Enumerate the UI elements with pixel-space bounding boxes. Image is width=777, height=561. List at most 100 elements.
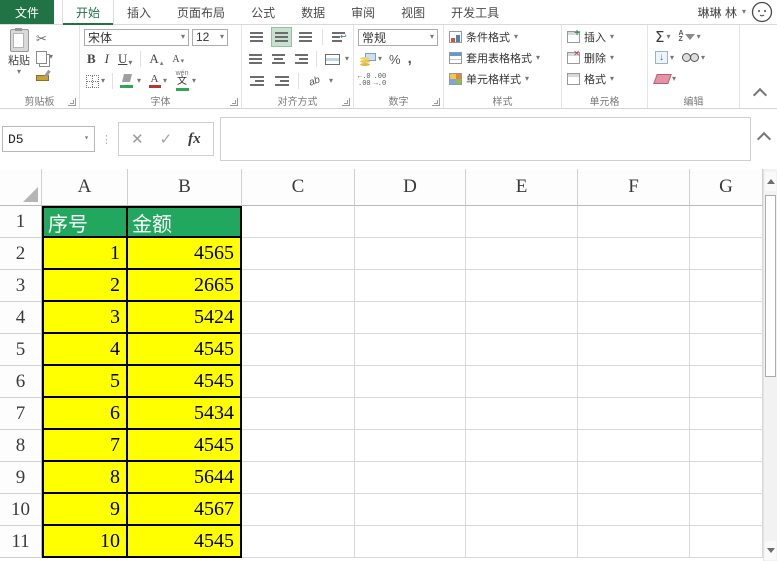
cell-d9[interactable]: [355, 462, 466, 494]
fill-button[interactable]: ↓ ▾: [653, 50, 676, 65]
format-painter-button[interactable]: [36, 68, 53, 84]
formula-bar-expand-icon[interactable]: [756, 131, 772, 147]
cell-b9[interactable]: 5644: [128, 462, 242, 494]
percent-format-button[interactable]: %: [387, 51, 403, 68]
row-header-1[interactable]: 1: [0, 206, 42, 238]
cell-a3[interactable]: 2: [42, 270, 128, 302]
row-header-6[interactable]: 6: [0, 366, 42, 398]
cell-g4[interactable]: [690, 302, 763, 334]
cell-e7[interactable]: [466, 398, 578, 430]
find-select-button[interactable]: ▾: [680, 52, 707, 63]
cell-e11[interactable]: [466, 526, 578, 558]
fill-color-button[interactable]: ▾: [118, 73, 143, 89]
cell-f11[interactable]: [578, 526, 690, 558]
cell-f1[interactable]: [578, 206, 690, 238]
sort-filter-button[interactable]: AZ ▾: [677, 30, 703, 44]
phonetic-guide-button[interactable]: wén 文 ▾: [172, 70, 198, 92]
cell-g10[interactable]: [690, 494, 763, 526]
cell-g9[interactable]: [690, 462, 763, 494]
cell-c5[interactable]: [242, 334, 355, 366]
copy-button[interactable]: ▾: [36, 49, 53, 65]
cell-styles-button[interactable]: 单元格样式 ▾: [446, 68, 559, 89]
tab-developer[interactable]: 开发工具: [438, 0, 512, 24]
font-color-button[interactable]: A ▾: [146, 73, 169, 89]
column-header-d[interactable]: D: [355, 169, 466, 206]
orientation-button[interactable]: ab: [304, 71, 326, 91]
formula-bar-grip-icon[interactable]: ⋮: [101, 133, 112, 146]
cell-a11[interactable]: 10: [42, 526, 128, 558]
decrease-font-button[interactable]: A ▾: [169, 53, 187, 66]
cell-b7[interactable]: 5434: [128, 398, 242, 430]
cell-b10[interactable]: 4567: [128, 494, 242, 526]
increase-indent-button[interactable]: [271, 71, 293, 91]
cell-a8[interactable]: 7: [42, 430, 128, 462]
cell-a1[interactable]: 序号: [42, 206, 128, 238]
column-header-a[interactable]: A: [42, 169, 128, 206]
align-bottom-button[interactable]: [295, 27, 317, 47]
cell-a6[interactable]: 5: [42, 366, 128, 398]
decrease-indent-button[interactable]: [246, 71, 268, 91]
clipboard-dialog-launcher-icon[interactable]: [68, 98, 76, 106]
cell-g7[interactable]: [690, 398, 763, 430]
vertical-scrollbar[interactable]: [763, 169, 777, 561]
number-dialog-launcher-icon[interactable]: [432, 98, 440, 106]
cell-d10[interactable]: [355, 494, 466, 526]
bold-button[interactable]: B: [84, 50, 99, 68]
cell-f8[interactable]: [578, 430, 690, 462]
cell-g5[interactable]: [690, 334, 763, 366]
format-cells-button[interactable]: 格式 ▾: [564, 68, 645, 89]
account-name[interactable]: 琳琳 林: [698, 4, 737, 21]
font-name-combo[interactable]: 宋体 ▾: [84, 28, 189, 46]
formula-input[interactable]: [219, 117, 751, 161]
cell-d1[interactable]: [355, 206, 466, 238]
cell-g6[interactable]: [690, 366, 763, 398]
conditional-formatting-button[interactable]: 条件格式 ▾: [446, 26, 559, 47]
cell-d8[interactable]: [355, 430, 466, 462]
cell-d6[interactable]: [355, 366, 466, 398]
row-header-7[interactable]: 7: [0, 398, 42, 430]
cell-f4[interactable]: [578, 302, 690, 334]
tab-data[interactable]: 数据: [288, 0, 338, 24]
cell-e2[interactable]: [466, 238, 578, 270]
column-header-f[interactable]: F: [578, 169, 690, 206]
borders-button[interactable]: ▾: [84, 74, 107, 89]
row-header-5[interactable]: 5: [0, 334, 42, 366]
cell-a4[interactable]: 3: [42, 302, 128, 334]
cell-c9[interactable]: [242, 462, 355, 494]
cell-c6[interactable]: [242, 366, 355, 398]
cell-a10[interactable]: 9: [42, 494, 128, 526]
align-right-button[interactable]: [292, 49, 312, 69]
cell-a2[interactable]: 1: [42, 238, 128, 270]
name-box[interactable]: D5 ▾: [2, 126, 95, 152]
cell-g1[interactable]: [690, 206, 763, 238]
cell-d2[interactable]: [355, 238, 466, 270]
align-left-button[interactable]: [246, 49, 266, 69]
font-dialog-launcher-icon[interactable]: [230, 98, 238, 106]
cell-c7[interactable]: [242, 398, 355, 430]
number-format-combo[interactable]: 常规 ▾: [358, 28, 438, 46]
italic-button[interactable]: I: [102, 50, 112, 68]
underline-button[interactable]: U ▾: [115, 50, 135, 68]
align-center-button[interactable]: [269, 49, 289, 69]
cell-e3[interactable]: [466, 270, 578, 302]
cell-d11[interactable]: [355, 526, 466, 558]
collapse-ribbon-icon[interactable]: [752, 87, 768, 103]
delete-cells-button[interactable]: 删除 ▾: [564, 47, 645, 68]
cell-b8[interactable]: 4545: [128, 430, 242, 462]
enter-icon[interactable]: ✓: [160, 130, 173, 148]
cell-g3[interactable]: [690, 270, 763, 302]
cell-f3[interactable]: [578, 270, 690, 302]
tab-review[interactable]: 审阅: [338, 0, 388, 24]
wrap-text-button[interactable]: [327, 27, 349, 47]
cell-f10[interactable]: [578, 494, 690, 526]
cell-a9[interactable]: 8: [42, 462, 128, 494]
increase-decimal-button[interactable]: ←.0.00: [358, 74, 371, 88]
select-all-corner[interactable]: [0, 169, 42, 206]
font-size-combo[interactable]: 12 ▾: [192, 28, 228, 46]
cell-c1[interactable]: [242, 206, 355, 238]
cell-b2[interactable]: 4565: [128, 238, 242, 270]
column-header-g[interactable]: G: [690, 169, 763, 206]
insert-function-button[interactable]: fx: [188, 131, 201, 148]
merge-center-button[interactable]: [322, 49, 342, 69]
alignment-dialog-launcher-icon[interactable]: [342, 98, 350, 106]
